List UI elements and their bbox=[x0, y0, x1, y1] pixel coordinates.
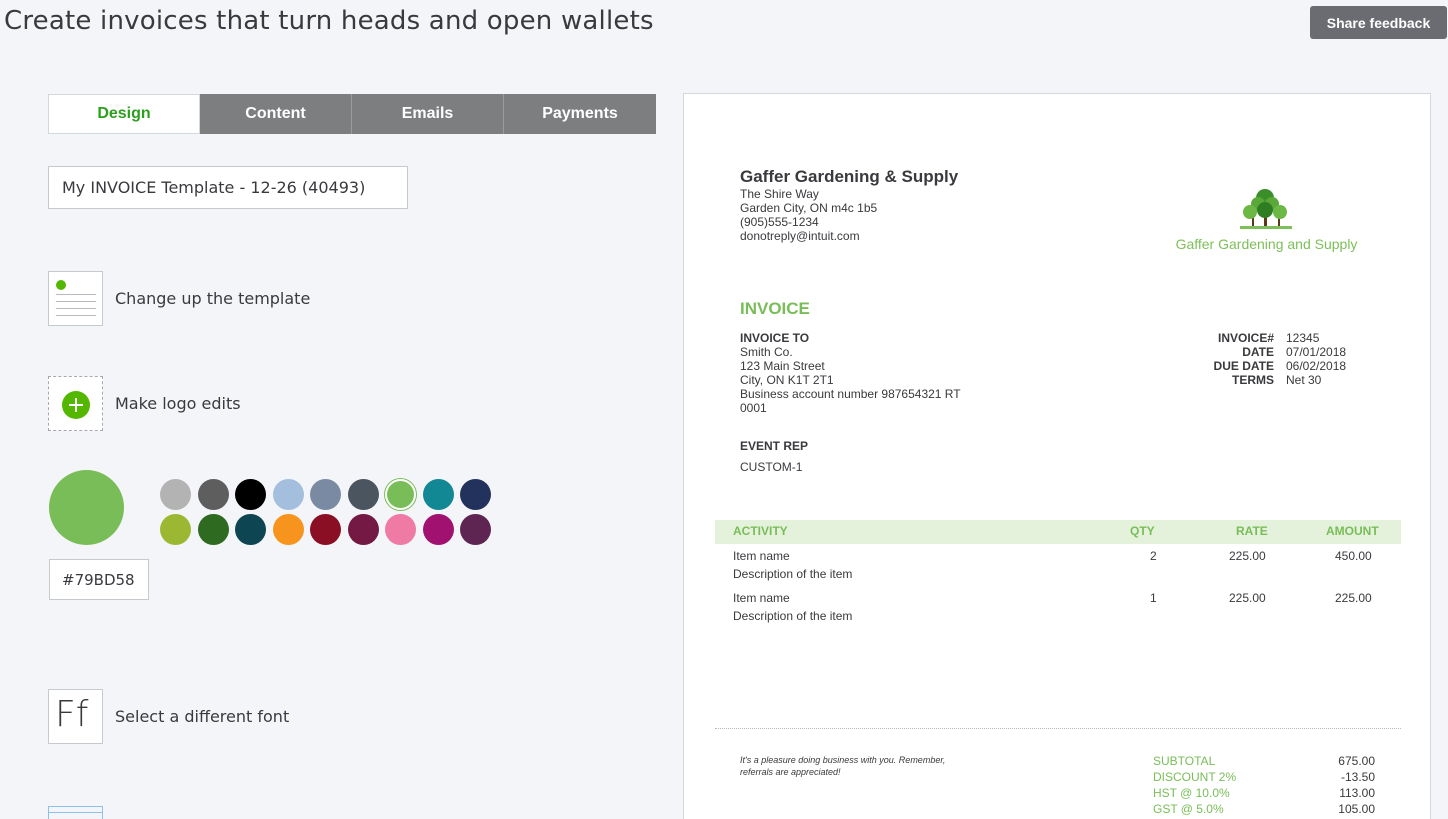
color-swatch[interactable] bbox=[197, 479, 229, 510]
color-swatch[interactable] bbox=[347, 514, 379, 545]
line-items-header bbox=[715, 520, 1401, 544]
trees-logo-icon bbox=[1240, 189, 1292, 229]
color-swatch[interactable] bbox=[235, 514, 266, 545]
color-swatch[interactable] bbox=[160, 479, 191, 510]
color-swatch[interactable] bbox=[160, 514, 191, 545]
tab-emails[interactable]: Emails bbox=[352, 94, 504, 134]
color-swatch[interactable] bbox=[347, 479, 379, 510]
color-swatch[interactable] bbox=[422, 479, 454, 510]
hex-color-input[interactable] bbox=[49, 559, 149, 600]
invoice-title: INVOICE bbox=[740, 299, 810, 318]
invoice-note: It's a pleasure doing business with you.… bbox=[740, 755, 946, 777]
bill-to-line: Smith Co. bbox=[740, 345, 793, 359]
share-feedback-button[interactable]: Share feedback bbox=[1310, 6, 1447, 39]
date-label: DATE bbox=[1242, 345, 1274, 359]
tab-content[interactable]: Content bbox=[200, 94, 352, 134]
template-icon bbox=[48, 271, 103, 326]
item-name: Item name bbox=[733, 591, 790, 605]
tab-design[interactable]: Design bbox=[48, 94, 200, 134]
company-logo: Gaffer Gardening and Supply bbox=[1154, 186, 1379, 256]
totals-divider bbox=[715, 728, 1401, 729]
tab-bar: Design Content Emails Payments bbox=[48, 94, 656, 134]
color-swatch[interactable] bbox=[385, 479, 416, 510]
selected-color-preview bbox=[49, 470, 124, 545]
due-date-value: 06/02/2018 bbox=[1286, 359, 1347, 373]
due-date-label: DUE DATE bbox=[1213, 359, 1274, 373]
qty-column-header: QTY bbox=[1130, 524, 1155, 538]
color-swatch[interactable] bbox=[460, 479, 491, 510]
company-address-2: Garden City, ON m4c 1b5 bbox=[740, 201, 878, 215]
color-swatch[interactable] bbox=[235, 479, 266, 510]
gst-value: 105.00 bbox=[1338, 802, 1375, 816]
bill-to-line: City, ON K1T 2T1 bbox=[740, 373, 834, 387]
color-swatch[interactable] bbox=[272, 479, 304, 510]
discount-label: DISCOUNT 2% bbox=[1153, 770, 1237, 784]
bill-to-line: 0001 bbox=[740, 401, 767, 415]
logo-text: Gaffer Gardening and Supply bbox=[1175, 236, 1358, 252]
terms-label: TERMS bbox=[1232, 373, 1274, 387]
gst-label: GST @ 5.0% bbox=[1153, 802, 1224, 816]
subtotal-label: SUBTOTAL bbox=[1153, 754, 1216, 768]
color-swatch[interactable] bbox=[310, 514, 341, 545]
template-name-input[interactable] bbox=[48, 166, 408, 209]
font-label: Select a different font bbox=[115, 707, 290, 726]
item-amount: 450.00 bbox=[1335, 549, 1372, 563]
item-qty: 1 bbox=[1150, 591, 1157, 605]
event-rep-heading: EVENT REP bbox=[740, 439, 809, 453]
color-swatch[interactable] bbox=[272, 514, 304, 545]
tab-payments[interactable]: Payments bbox=[504, 94, 656, 134]
logo-edits-label: Make logo edits bbox=[115, 394, 241, 413]
item-qty: 2 bbox=[1150, 549, 1157, 563]
font-icon: Ff bbox=[48, 689, 103, 744]
color-swatch[interactable] bbox=[197, 514, 229, 545]
company-email: donotreply@intuit.com bbox=[740, 229, 860, 243]
item-name: Item name bbox=[733, 549, 790, 563]
invoice-number-value: 12345 bbox=[1286, 331, 1320, 345]
hst-value: 113.00 bbox=[1339, 786, 1375, 800]
page-title: Create invoices that turn heads and open… bbox=[4, 6, 654, 36]
invoice-number-label: INVOICE# bbox=[1217, 331, 1274, 345]
color-swatch[interactable] bbox=[385, 514, 416, 545]
item-rate: 225.00 bbox=[1229, 549, 1266, 563]
logo-edits-option[interactable]: Make logo edits bbox=[48, 376, 241, 431]
font-option[interactable]: Ff Select a different font bbox=[48, 689, 289, 744]
item-rate: 225.00 bbox=[1229, 591, 1266, 605]
activity-column-header: ACTIVITY bbox=[733, 524, 788, 538]
discount-value: -13.50 bbox=[1340, 770, 1375, 784]
event-rep-value: CUSTOM-1 bbox=[740, 460, 803, 474]
add-logo-icon bbox=[48, 376, 103, 431]
color-swatch[interactable] bbox=[422, 514, 454, 545]
rate-column-header: RATE bbox=[1236, 524, 1268, 538]
company-phone: (905)555-1234 bbox=[740, 215, 819, 229]
change-template-option[interactable]: Change up the template bbox=[48, 271, 310, 326]
bill-to-line: 123 Main Street bbox=[740, 359, 825, 373]
table-layout-icon[interactable] bbox=[48, 806, 103, 819]
invoice-preview: Gaffer Gardening & Supply The Shire Way … bbox=[683, 93, 1431, 819]
bill-to-heading: INVOICE TO bbox=[740, 331, 810, 345]
color-swatch[interactable] bbox=[310, 479, 341, 510]
company-address-1: The Shire Way bbox=[740, 187, 819, 201]
item-amount: 225.00 bbox=[1335, 591, 1372, 605]
company-name: Gaffer Gardening & Supply bbox=[740, 167, 959, 186]
amount-column-header: AMOUNT bbox=[1326, 524, 1379, 538]
item-description: Description of the item bbox=[733, 609, 853, 623]
item-description: Description of the item bbox=[733, 567, 853, 581]
subtotal-value: 675.00 bbox=[1338, 754, 1375, 768]
terms-value: Net 30 bbox=[1286, 373, 1322, 387]
date-value: 07/01/2018 bbox=[1286, 345, 1347, 359]
change-template-label: Change up the template bbox=[115, 289, 311, 308]
bill-to-line: Business account number 987654321 RT bbox=[740, 387, 961, 401]
color-swatch[interactable] bbox=[460, 514, 491, 545]
hst-label: HST @ 10.0% bbox=[1153, 786, 1230, 800]
